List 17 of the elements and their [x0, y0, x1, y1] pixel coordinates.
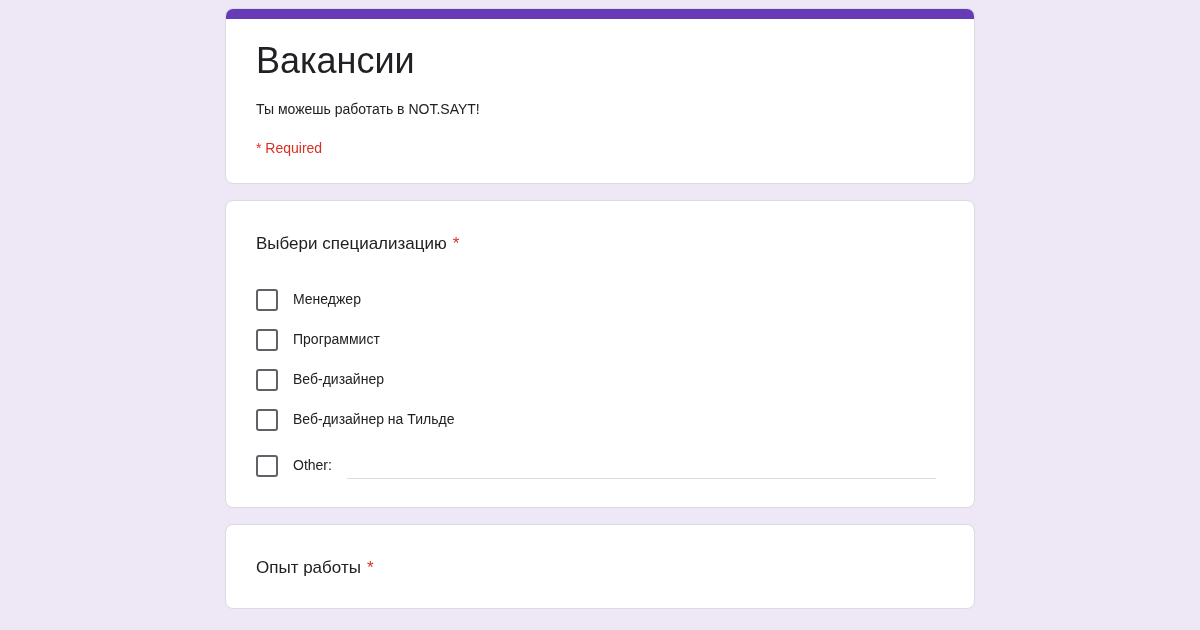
- option-label: Программист: [293, 330, 380, 349]
- question-title: Выбери специализацию: [256, 233, 447, 255]
- required-note: * Required: [256, 139, 324, 158]
- option-label: Веб-дизайнер: [293, 370, 384, 389]
- required-mark: *: [452, 233, 460, 255]
- checkbox[interactable]: [256, 408, 278, 431]
- checkbox[interactable]: [256, 368, 278, 391]
- required-mark: *: [366, 556, 374, 579]
- form-title: Вакансии: [256, 39, 416, 83]
- checkbox[interactable]: [256, 328, 278, 351]
- checkbox[interactable]: [256, 454, 278, 477]
- option-label: Менеджер: [293, 290, 361, 309]
- question-title: Опыт работы: [256, 556, 361, 579]
- option-label: Веб-дизайнер на Тильде: [293, 410, 455, 429]
- option-label: Other:: [293, 456, 332, 475]
- form-description: Ты можешь работать в NOT.SAYT!: [256, 100, 481, 119]
- checkbox[interactable]: [256, 288, 278, 311]
